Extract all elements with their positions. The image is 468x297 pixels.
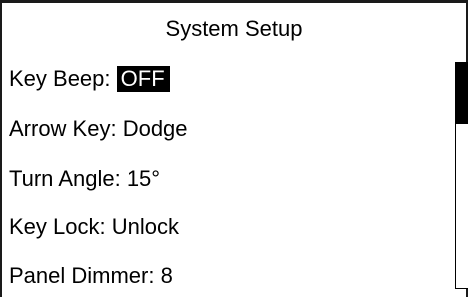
- menu-item-value[interactable]: Unlock: [112, 213, 179, 241]
- menu-item-label: Panel Dimmer:: [9, 263, 161, 288]
- menu-item-label: Turn Angle:: [9, 166, 127, 191]
- menu-item-label: Arrow Key:: [9, 116, 123, 141]
- menu-item-label: Key Beep:: [9, 66, 117, 91]
- menu-item-key-beep[interactable]: Key Beep: OFF: [9, 65, 170, 93]
- menu-item-label: Key Lock:: [9, 214, 112, 239]
- menu-item-value[interactable]: Dodge: [123, 115, 188, 143]
- menu-item-value[interactable]: 15°: [127, 165, 160, 193]
- menu-item-value[interactable]: 8: [161, 262, 173, 290]
- menu-item-turn-angle[interactable]: Turn Angle: 15°: [9, 165, 160, 193]
- menu-item-panel-dimmer[interactable]: Panel Dimmer: 8: [9, 262, 173, 290]
- menu-item-key-lock[interactable]: Key Lock: Unlock: [9, 213, 179, 241]
- screen-title: System Setup: [165, 16, 303, 41]
- menu-item-arrow-key[interactable]: Arrow Key: Dodge: [9, 115, 188, 143]
- menu-item-value-selected[interactable]: OFF: [116, 66, 170, 92]
- scrollbar-thumb[interactable]: [456, 63, 468, 124]
- screen-frame: [0, 0, 468, 297]
- vertical-scrollbar[interactable]: [455, 62, 468, 289]
